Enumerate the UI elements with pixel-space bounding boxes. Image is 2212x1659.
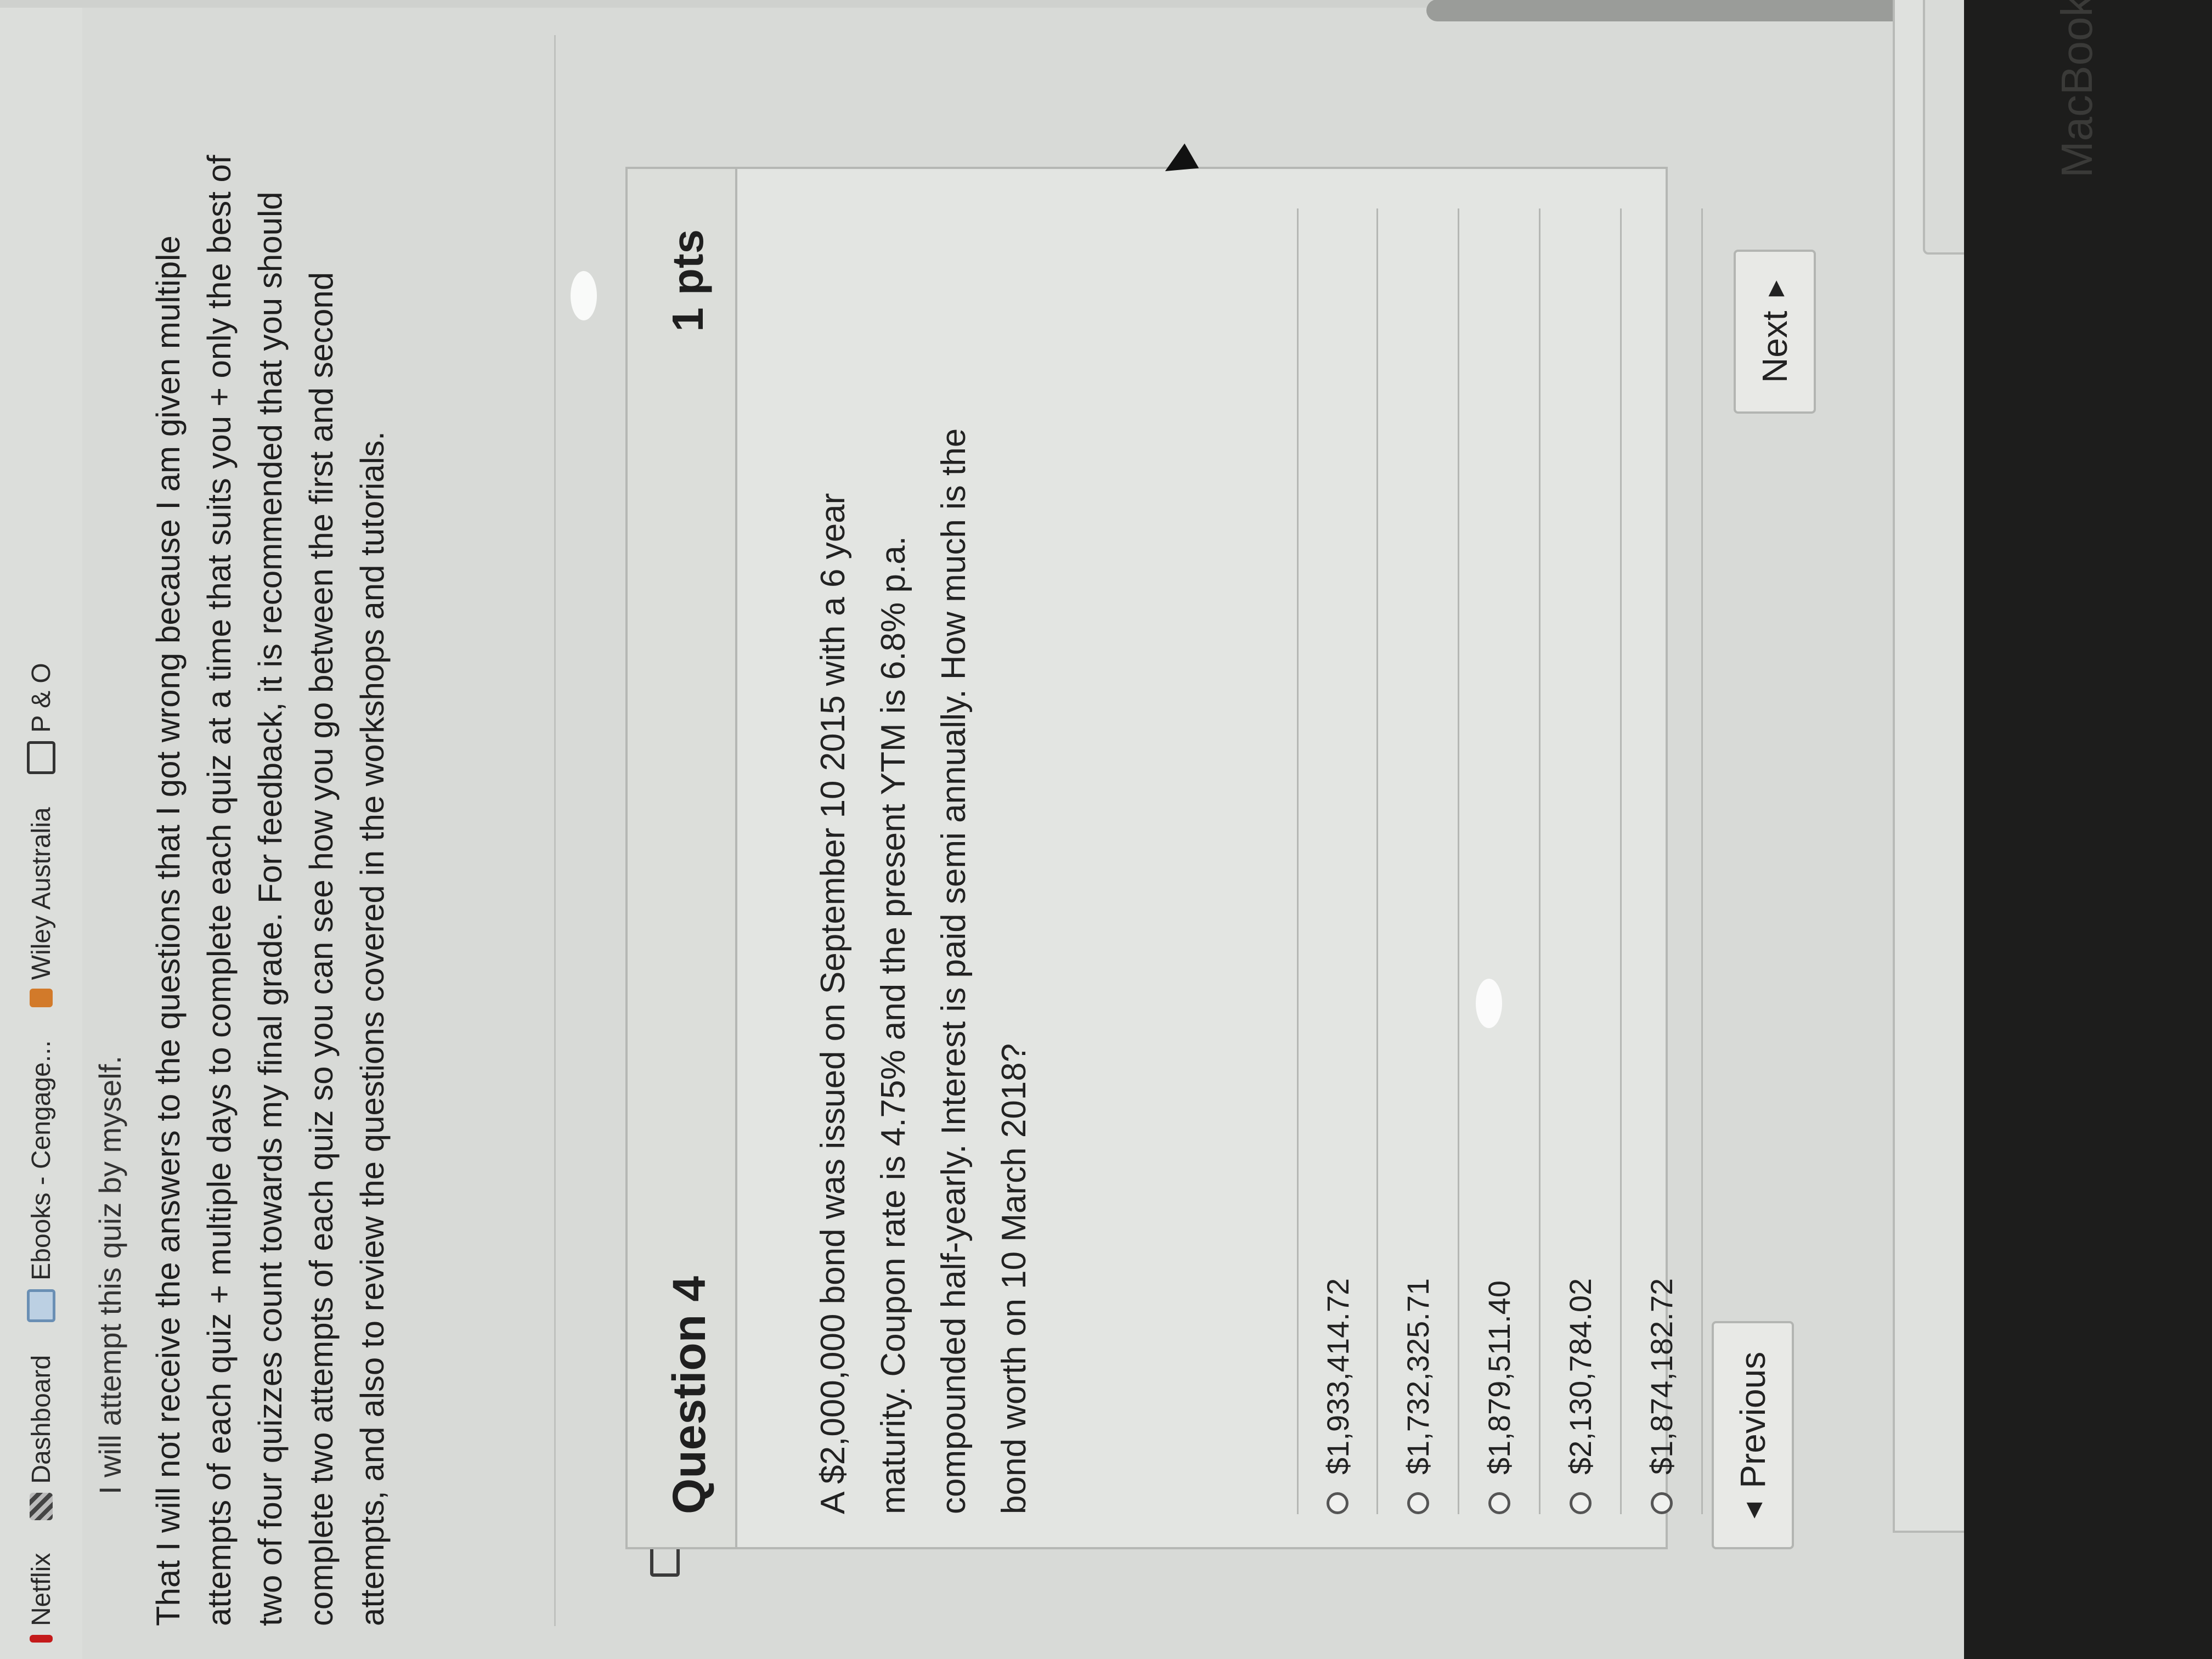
bookmark-label: Wiley Australia xyxy=(26,807,56,980)
caret-left-icon: ◀ xyxy=(1741,1502,1765,1519)
laptop-bezel xyxy=(1964,0,2212,1659)
answer-label: $1,732,325.71 xyxy=(1401,1278,1435,1475)
bookmark-label: Netflix xyxy=(26,1553,56,1626)
bookmark-netflix[interactable]: Netflix xyxy=(26,1553,57,1643)
netflix-icon xyxy=(30,1635,53,1643)
answer-option[interactable]: $1,732,325.71 xyxy=(1378,208,1459,1514)
radio-button[interactable] xyxy=(1407,1492,1429,1514)
section-divider xyxy=(554,35,556,1626)
wiley-icon xyxy=(30,989,53,1008)
question-title: Question 4 xyxy=(663,1276,715,1514)
next-button[interactable]: Next ▶ xyxy=(1734,250,1816,414)
intro-paragraph: That I will not receive the answers to t… xyxy=(150,155,391,1626)
question-text: A $2,000,000 bond was issued on Septembe… xyxy=(814,428,1033,1514)
answer-label: $2,130,784.02 xyxy=(1563,1278,1598,1475)
browser-page: Netflix Dashboard Ebooks - Cengage... Wi… xyxy=(0,0,2212,1659)
bookmark-label: Ebooks - Cengage... xyxy=(26,1040,56,1280)
folder-icon xyxy=(27,741,55,775)
next-label: Next xyxy=(1755,311,1795,383)
question-points: 1 pts xyxy=(663,229,712,332)
previous-label: Previous xyxy=(1733,1351,1773,1488)
bookmarks-bar: Netflix Dashboard Ebooks - Cengage... Wi… xyxy=(0,0,82,1659)
bookmark-label: P & O xyxy=(26,663,56,733)
screen-glare xyxy=(571,271,597,320)
bookmark-dashboard[interactable]: Dashboard xyxy=(26,1355,57,1520)
laptop-brand-label: MacBook xyxy=(2052,0,2101,178)
answer-option[interactable]: $1,933,414.72 xyxy=(1297,208,1378,1514)
ebook-icon xyxy=(27,1289,55,1322)
bookmark-folder-po[interactable]: P & O xyxy=(26,663,57,775)
answer-label: $1,879,511.40 xyxy=(1482,1280,1516,1475)
answer-label: $1,933,414.72 xyxy=(1320,1278,1355,1475)
previous-button[interactable]: ◀ Previous xyxy=(1712,1321,1794,1549)
bookmark-ebooks[interactable]: Ebooks - Cengage... xyxy=(26,1040,57,1322)
answer-option[interactable]: $1,874,182.72 xyxy=(1622,208,1703,1514)
caret-right-icon: ▶ xyxy=(1763,280,1787,297)
intro-cut-line: I will attempt this quiz by myself. xyxy=(93,1056,127,1494)
dashboard-icon xyxy=(30,1492,53,1520)
question-header: Question 4 1 pts xyxy=(628,169,737,1547)
radio-button[interactable] xyxy=(1488,1492,1510,1514)
answer-label: $1,874,182.72 xyxy=(1644,1278,1679,1475)
screen-glare xyxy=(1476,979,1502,1028)
answer-list: $1,933,414.72 $1,732,325.71 $1,879,511.4… xyxy=(1297,208,1703,1514)
question-card: Question 4 1 pts A $2,000,000 bond was i… xyxy=(625,167,1703,1549)
answer-option[interactable]: $2,130,784.02 xyxy=(1541,208,1622,1514)
radio-button[interactable] xyxy=(1327,1492,1348,1514)
bookmark-label: Dashboard xyxy=(26,1355,56,1484)
bookmark-wiley[interactable]: Wiley Australia xyxy=(26,807,57,1008)
radio-button[interactable] xyxy=(1650,1492,1673,1514)
radio-button[interactable] xyxy=(1569,1492,1592,1514)
answer-option[interactable]: $1,879,511.40 xyxy=(1459,208,1541,1514)
